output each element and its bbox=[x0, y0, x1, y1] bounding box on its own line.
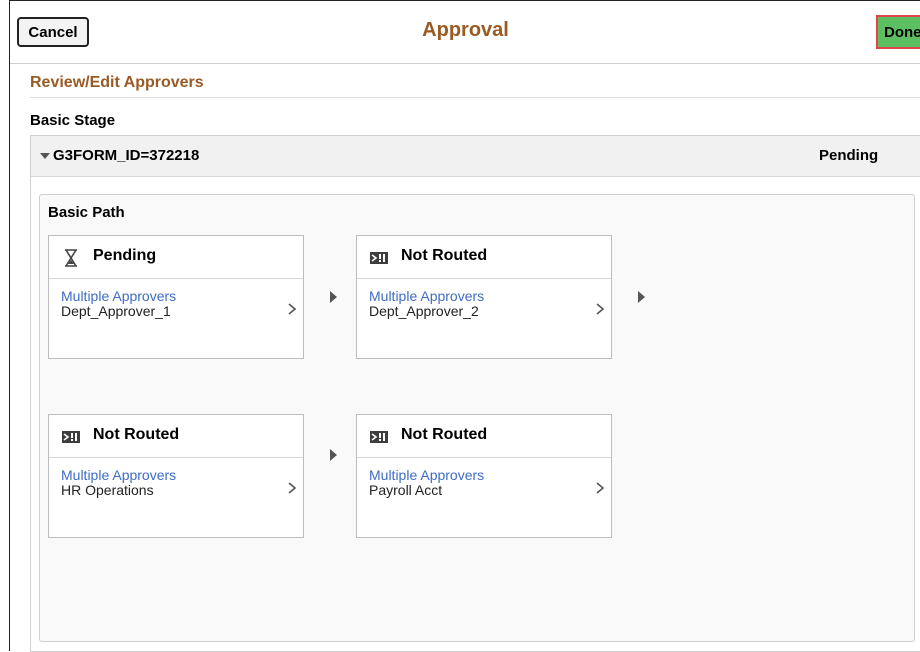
step-header: Not Routed bbox=[357, 236, 611, 279]
chevron-right-icon[interactable] bbox=[593, 480, 607, 496]
path-arrow-icon bbox=[330, 449, 337, 461]
approver-type-link[interactable]: Multiple Approvers bbox=[61, 467, 176, 483]
not-routed-icon bbox=[370, 431, 388, 443]
not-routed-icon bbox=[62, 431, 80, 443]
approval-step[interactable]: Not Routed Multiple Approvers HR Operati… bbox=[48, 414, 304, 538]
page-title: Approval bbox=[422, 19, 509, 41]
path-arrow-icon bbox=[330, 291, 337, 303]
approver-name: Payroll Acct bbox=[369, 482, 443, 498]
step-header: Pending bbox=[49, 236, 303, 279]
step-header: Not Routed bbox=[49, 415, 303, 458]
chevron-right-icon[interactable] bbox=[285, 480, 299, 496]
step-status: Not Routed bbox=[401, 247, 488, 264]
path-arrow-icon bbox=[638, 291, 645, 303]
approval-step[interactable]: Pending Multiple Approvers Dept_Approver… bbox=[48, 235, 304, 359]
step-status: Not Routed bbox=[93, 426, 180, 443]
step-header: Not Routed bbox=[357, 415, 611, 458]
approver-type-link[interactable]: Multiple Approvers bbox=[369, 288, 484, 304]
stage-header[interactable]: G3FORM_ID=372218 Pending bbox=[31, 136, 920, 177]
approver-name: Dept_Approver_2 bbox=[369, 303, 479, 319]
stage-status: Pending bbox=[819, 147, 879, 164]
page-header: Cancel Approval Done bbox=[10, 1, 920, 64]
approver-name: HR Operations bbox=[61, 482, 154, 498]
chevron-right-icon[interactable] bbox=[593, 301, 607, 317]
step-status: Pending bbox=[93, 247, 157, 264]
approver-type-link[interactable]: Multiple Approvers bbox=[61, 288, 176, 304]
stage-panel: G3FORM_ID=372218 Pending Basic Path Pend… bbox=[30, 135, 920, 652]
section-title: Review/Edit Approvers bbox=[30, 74, 204, 91]
approval-step[interactable]: Not Routed Multiple Approvers Dept_Appro… bbox=[356, 235, 612, 359]
approval-step[interactable]: Not Routed Multiple Approvers Payroll Ac… bbox=[356, 414, 612, 538]
not-routed-icon bbox=[370, 252, 388, 264]
collapse-caret-icon[interactable] bbox=[40, 153, 50, 159]
section-divider bbox=[30, 97, 920, 98]
path-panel: Basic Path Pending Multiple Approvers De… bbox=[39, 194, 915, 642]
hourglass-icon bbox=[65, 249, 77, 267]
stage-label: Basic Stage bbox=[30, 112, 116, 129]
stage-id: G3FORM_ID=372218 bbox=[53, 147, 200, 164]
path-label: Basic Path bbox=[48, 204, 125, 221]
step-status: Not Routed bbox=[401, 426, 488, 443]
done-button[interactable]: Done bbox=[876, 15, 920, 49]
approver-name: Dept_Approver_1 bbox=[61, 303, 171, 319]
chevron-right-icon[interactable] bbox=[285, 301, 299, 317]
approver-type-link[interactable]: Multiple Approvers bbox=[369, 467, 484, 483]
approval-page: Cancel Approval Done Review/Edit Approve… bbox=[9, 0, 920, 652]
